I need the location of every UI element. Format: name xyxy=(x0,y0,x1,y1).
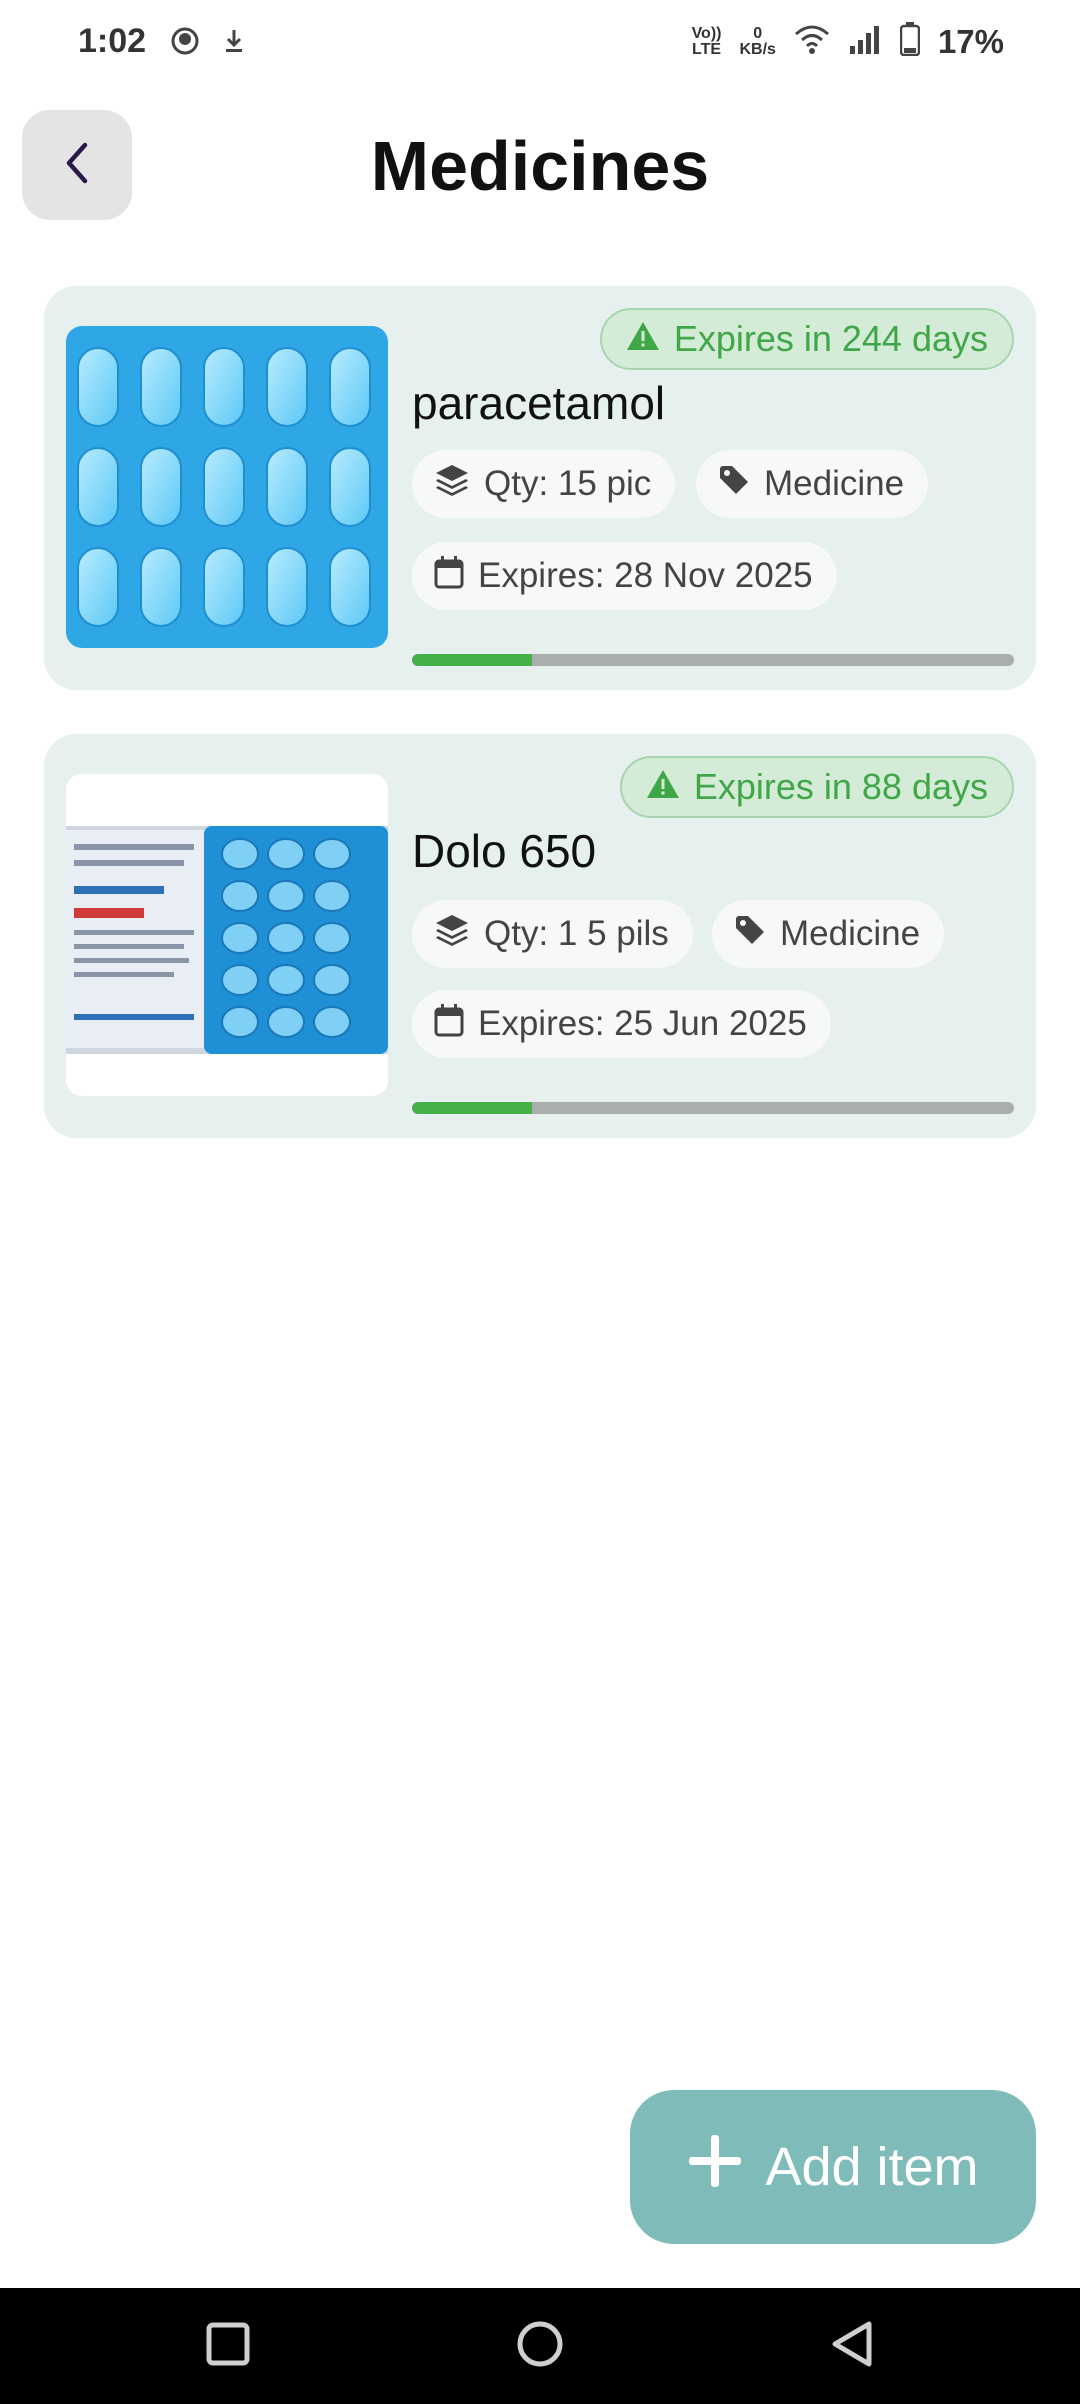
category-text: Medicine xyxy=(780,914,921,953)
plus-icon xyxy=(687,2133,743,2202)
expiry-date-chip: Expires: 25 Jun 2025 xyxy=(412,990,831,1058)
recents-button[interactable] xyxy=(200,2318,256,2374)
layers-icon xyxy=(434,913,470,956)
status-bar: 1:02 Vo)) LTE 0 KB/s 17% xyxy=(0,0,1080,90)
download-icon xyxy=(222,28,246,59)
wifi-icon xyxy=(794,24,830,59)
status-time: 1:02 xyxy=(78,22,147,60)
status-notification-icons xyxy=(170,26,246,61)
signal-icon xyxy=(848,24,882,59)
network-speed-value: 0 xyxy=(753,24,763,42)
quantity-text: Qty: 1 5 pils xyxy=(484,914,669,953)
category-chip: Medicine xyxy=(696,450,929,518)
back-nav-button[interactable] xyxy=(824,2318,880,2374)
quantity-chip: Qty: 1 5 pils xyxy=(412,900,693,968)
medicine-image xyxy=(66,326,388,648)
remaining-progress-bar xyxy=(412,1102,1014,1114)
face-notification-icon xyxy=(170,26,200,61)
expiry-date-text: Expires: 25 Jun 2025 xyxy=(478,1004,807,1043)
quantity-chip: Qty: 15 pic xyxy=(412,450,676,518)
quantity-text: Qty: 15 pic xyxy=(484,464,652,503)
remaining-progress-fill xyxy=(412,654,533,666)
system-nav-bar xyxy=(0,2288,1080,2404)
remaining-progress-bar xyxy=(412,654,1014,666)
medicine-card[interactable]: Expires in 244 days paracetamol Qty: 15 … xyxy=(44,286,1036,690)
medicine-name: Dolo 650 xyxy=(412,825,597,877)
square-icon xyxy=(206,2322,250,2371)
expiry-badge-text: Expires in 244 days xyxy=(673,318,988,359)
expiry-badge: Expires in 244 days xyxy=(599,308,1014,370)
add-item-label: Add item xyxy=(765,2137,979,2197)
page-title: Medicines xyxy=(370,127,710,205)
triangle-back-icon xyxy=(829,2320,875,2373)
calendar-icon xyxy=(434,1003,464,1046)
battery-percent: 17% xyxy=(937,22,1004,60)
home-button[interactable] xyxy=(512,2318,568,2374)
tag-icon xyxy=(718,464,750,505)
status-right-group: Vo)) LTE 0 KB/s 17% xyxy=(692,22,1004,61)
circle-icon xyxy=(516,2320,564,2373)
warning-icon xyxy=(646,766,680,808)
battery-icon xyxy=(899,22,921,61)
tag-icon xyxy=(734,914,766,955)
warning-icon xyxy=(626,318,660,360)
medicine-card[interactable]: Expires in 88 days Dolo 650 Qty: 1 5 pil… xyxy=(44,734,1036,1138)
category-chip: Medicine xyxy=(712,900,945,968)
category-text: Medicine xyxy=(764,464,905,503)
volte-top-text: Vo)) xyxy=(691,24,722,42)
layers-icon xyxy=(434,463,470,506)
volte-bottom-text: LTE xyxy=(692,40,722,58)
expiry-badge: Expires in 88 days xyxy=(619,756,1014,818)
expiry-date-chip: Expires: 28 Nov 2025 xyxy=(412,542,837,610)
expiry-date-text: Expires: 28 Nov 2025 xyxy=(478,556,813,595)
network-speed: 0 KB/s xyxy=(739,24,776,58)
add-item-button[interactable]: Add item xyxy=(630,2090,1036,2244)
medicine-image xyxy=(66,774,388,1096)
remaining-progress-fill xyxy=(412,1102,533,1114)
calendar-icon xyxy=(434,555,464,598)
expiry-badge-text: Expires in 88 days xyxy=(693,766,988,807)
network-speed-unit: KB/s xyxy=(739,40,776,58)
medicine-name: paracetamol xyxy=(412,377,666,429)
volte-indicator: Vo)) LTE xyxy=(691,24,722,58)
